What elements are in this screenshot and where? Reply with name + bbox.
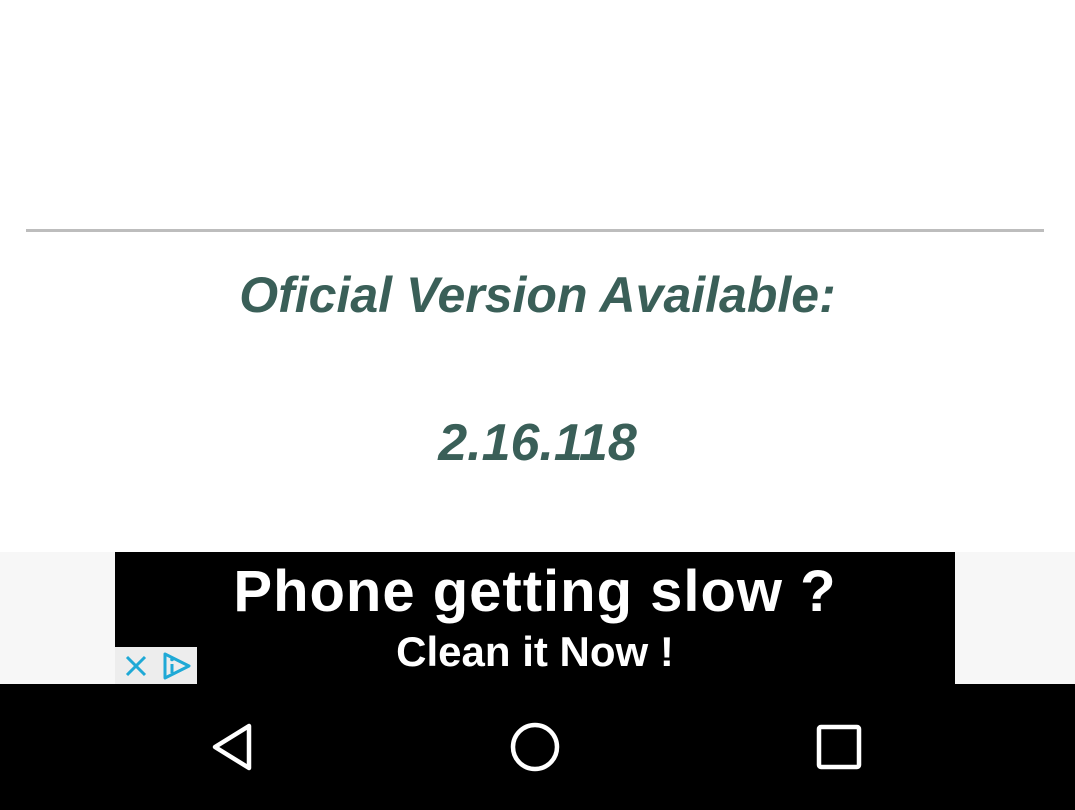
- divider: [26, 229, 1044, 232]
- ad-choices-icon: [163, 652, 190, 679]
- clipped-text-fragment: [320, 0, 700, 6]
- recents-button[interactable]: [804, 712, 874, 782]
- ad-banner[interactable]: Phone getting slow ? Clean it Now !: [115, 552, 955, 684]
- ad-close-button[interactable]: [115, 647, 156, 684]
- ad-choices: [115, 647, 197, 684]
- recents-icon: [816, 724, 862, 770]
- ad-subline: Clean it Now !: [396, 628, 674, 675]
- version-number: 2.16.118: [438, 414, 637, 472]
- version-heading: Oficial Version Available:: [239, 267, 836, 323]
- home-button[interactable]: [500, 712, 570, 782]
- navigation-bar: [0, 684, 1075, 810]
- back-button[interactable]: [197, 712, 267, 782]
- back-icon: [212, 723, 252, 771]
- app-screen: Oficial Version Available: 2.16.118 Phon…: [0, 0, 1075, 810]
- home-icon: [510, 722, 560, 772]
- ad-info-button[interactable]: [156, 647, 197, 684]
- close-icon: [125, 655, 146, 676]
- ad-headline: Phone getting slow ?: [233, 559, 837, 624]
